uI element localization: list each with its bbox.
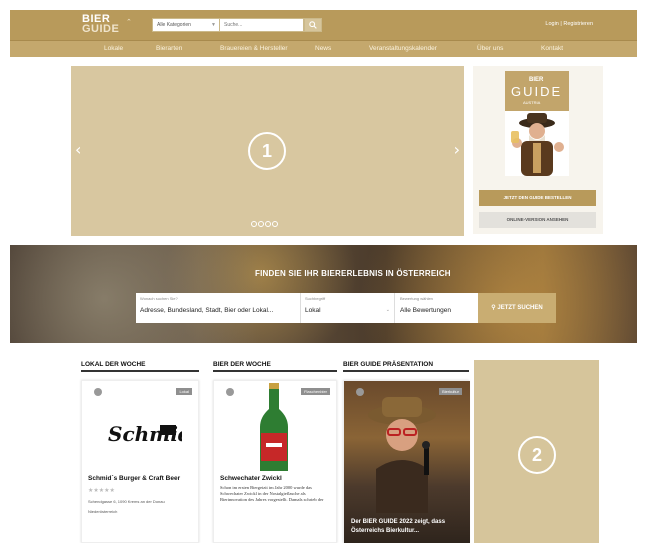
placeholder-marker-2: 2	[518, 436, 556, 474]
favorite-icon[interactable]	[226, 388, 234, 396]
search-bar: Alle Kategorien ▼	[152, 18, 322, 32]
category-select-value: Alle Kategorien	[157, 22, 191, 28]
nav-item-ueber-uns[interactable]: Über uns	[477, 45, 541, 52]
type-select[interactable]: Suchbegriff Lokal ⌄	[301, 293, 395, 323]
logo-line2: GUIDE	[82, 23, 120, 35]
category-badge: Lokal	[176, 388, 192, 395]
rating-stars: ★★★★★	[88, 488, 115, 494]
slider-dot[interactable]	[258, 221, 264, 227]
guide-book-cover[interactable]: BIER GUIDE AUSTRIA	[505, 71, 569, 176]
type-value: Lokal	[305, 307, 321, 314]
nav-item-veranstaltungen[interactable]: Veranstaltungskalender	[369, 45, 477, 52]
search-button[interactable]	[304, 18, 322, 32]
favorite-icon[interactable]	[356, 388, 364, 396]
location-field[interactable]: Wonach suchen Sie? Adresse, Bundesland, …	[136, 293, 301, 323]
nav-item-news[interactable]: News	[315, 45, 369, 52]
bier-name: Schwechater Zwickl	[220, 475, 282, 482]
chevron-down-icon: ▼	[211, 22, 216, 28]
nav-item-lokale[interactable]: Lokale	[104, 45, 156, 52]
placeholder-marker-1: 1	[248, 132, 286, 170]
beer-bottle-icon	[260, 383, 288, 471]
rating-value: Alle Bewertungen	[400, 307, 451, 314]
top-header: BIER GUIDE ⌃ Alle Kategorien ▼ Login | R…	[10, 10, 637, 40]
schmids-logo-icon: Schmid's	[108, 422, 182, 446]
side-ad-placeholder: 2	[474, 360, 599, 543]
book-title-line2: GUIDE	[511, 84, 563, 99]
nav-item-brauereien[interactable]: Brauereien & Hersteller	[220, 45, 315, 52]
presenter-photo-icon	[368, 397, 436, 513]
slider-dot[interactable]	[251, 221, 257, 227]
location-value: Adresse, Bundesland, Stadt, Bier oder Lo…	[140, 307, 274, 314]
hero-title: FINDEN SIE IHR BIERERLEBNIS IN ÖSTERREIC…	[255, 269, 451, 278]
order-guide-button[interactable]: JETZT DEN GUIDE BESTELLEN	[479, 190, 596, 206]
category-select[interactable]: Alle Kategorien ▼	[152, 18, 220, 32]
slider-prev-button[interactable]: ‹	[75, 140, 81, 159]
category-badge: Flaschenbier	[301, 388, 330, 395]
login-register-link[interactable]: Login | Registrieren	[545, 21, 593, 27]
lokal-card[interactable]: Lokal Schmid's Schmid´s Burger & Craft B…	[81, 380, 199, 543]
bier-guide-logo[interactable]: BIER GUIDE	[82, 14, 128, 38]
slider-dot[interactable]	[265, 221, 271, 227]
search-icon	[309, 21, 317, 29]
category-badge: Bierkultur	[439, 388, 462, 395]
location-label: Wonach suchen Sie?	[140, 296, 178, 301]
search-now-button[interactable]: ⚲ JETZT SUCHEN	[478, 293, 556, 323]
chevron-down-icon: ⌄	[385, 307, 390, 313]
book-cover-header: BIER GUIDE AUSTRIA	[505, 71, 569, 111]
search-input[interactable]	[220, 18, 304, 32]
nav-item-kontakt[interactable]: Kontakt	[541, 45, 581, 52]
person-illustration-icon	[511, 113, 564, 176]
bier-card[interactable]: Flaschenbier Schwechater Zwickl Schon im…	[213, 380, 337, 543]
favorite-icon[interactable]	[94, 388, 102, 396]
guide-promo: BIER GUIDE AUSTRIA JETZT DEN GUIDE BESTE…	[473, 66, 603, 234]
rating-label: Bewertung wählen	[400, 296, 433, 301]
lokal-region: Niederösterreich	[88, 509, 118, 514]
book-title-line1: BIER	[529, 77, 544, 83]
lokal-name: Schmid´s Burger & Craft Beer	[88, 475, 181, 482]
hero-search-section: FINDEN SIE IHR BIERERLEBNIS IN ÖSTERREIC…	[10, 245, 637, 343]
search-now-label: JETZT SUCHEN	[497, 305, 543, 311]
main-nav: Lokale Bierarten Brauereien & Hersteller…	[10, 40, 637, 57]
presentation-caption: Der BIER GUIDE 2022 zeigt, dass Österrei…	[351, 519, 446, 534]
lokal-address: Schendgasse 6, 1090 Krems an der Donau	[88, 499, 165, 504]
slider-dot[interactable]	[272, 221, 278, 227]
search-filters: Wonach suchen Sie? Adresse, Bundesland, …	[136, 293, 426, 323]
bier-der-woche-title: BIER DER WOCHE	[213, 361, 337, 372]
praesentation-title: BIER GUIDE PRÄSENTATION	[343, 361, 469, 372]
online-version-button[interactable]: ONLINE-VERSION ANSEHEN	[479, 212, 596, 228]
slider-next-button[interactable]: ›	[454, 140, 460, 159]
nav-item-bierarten[interactable]: Bierarten	[156, 45, 220, 52]
logo-mark-icon: ⌃	[126, 19, 132, 26]
hero-slider: ‹ › 1	[71, 66, 464, 236]
book-title-line3: AUSTRIA	[523, 100, 541, 105]
lokal-der-woche-title: LOKAL DER WOCHE	[81, 361, 199, 372]
praesentation-card[interactable]: Bierkultur Der BIER GUIDE 2022 zeigt, da…	[343, 380, 470, 543]
type-label: Suchbegriff	[305, 296, 326, 301]
bier-description: Schon im ersten Biergeizit im Jahr 2000 …	[220, 485, 324, 502]
slider-dots	[251, 221, 278, 227]
